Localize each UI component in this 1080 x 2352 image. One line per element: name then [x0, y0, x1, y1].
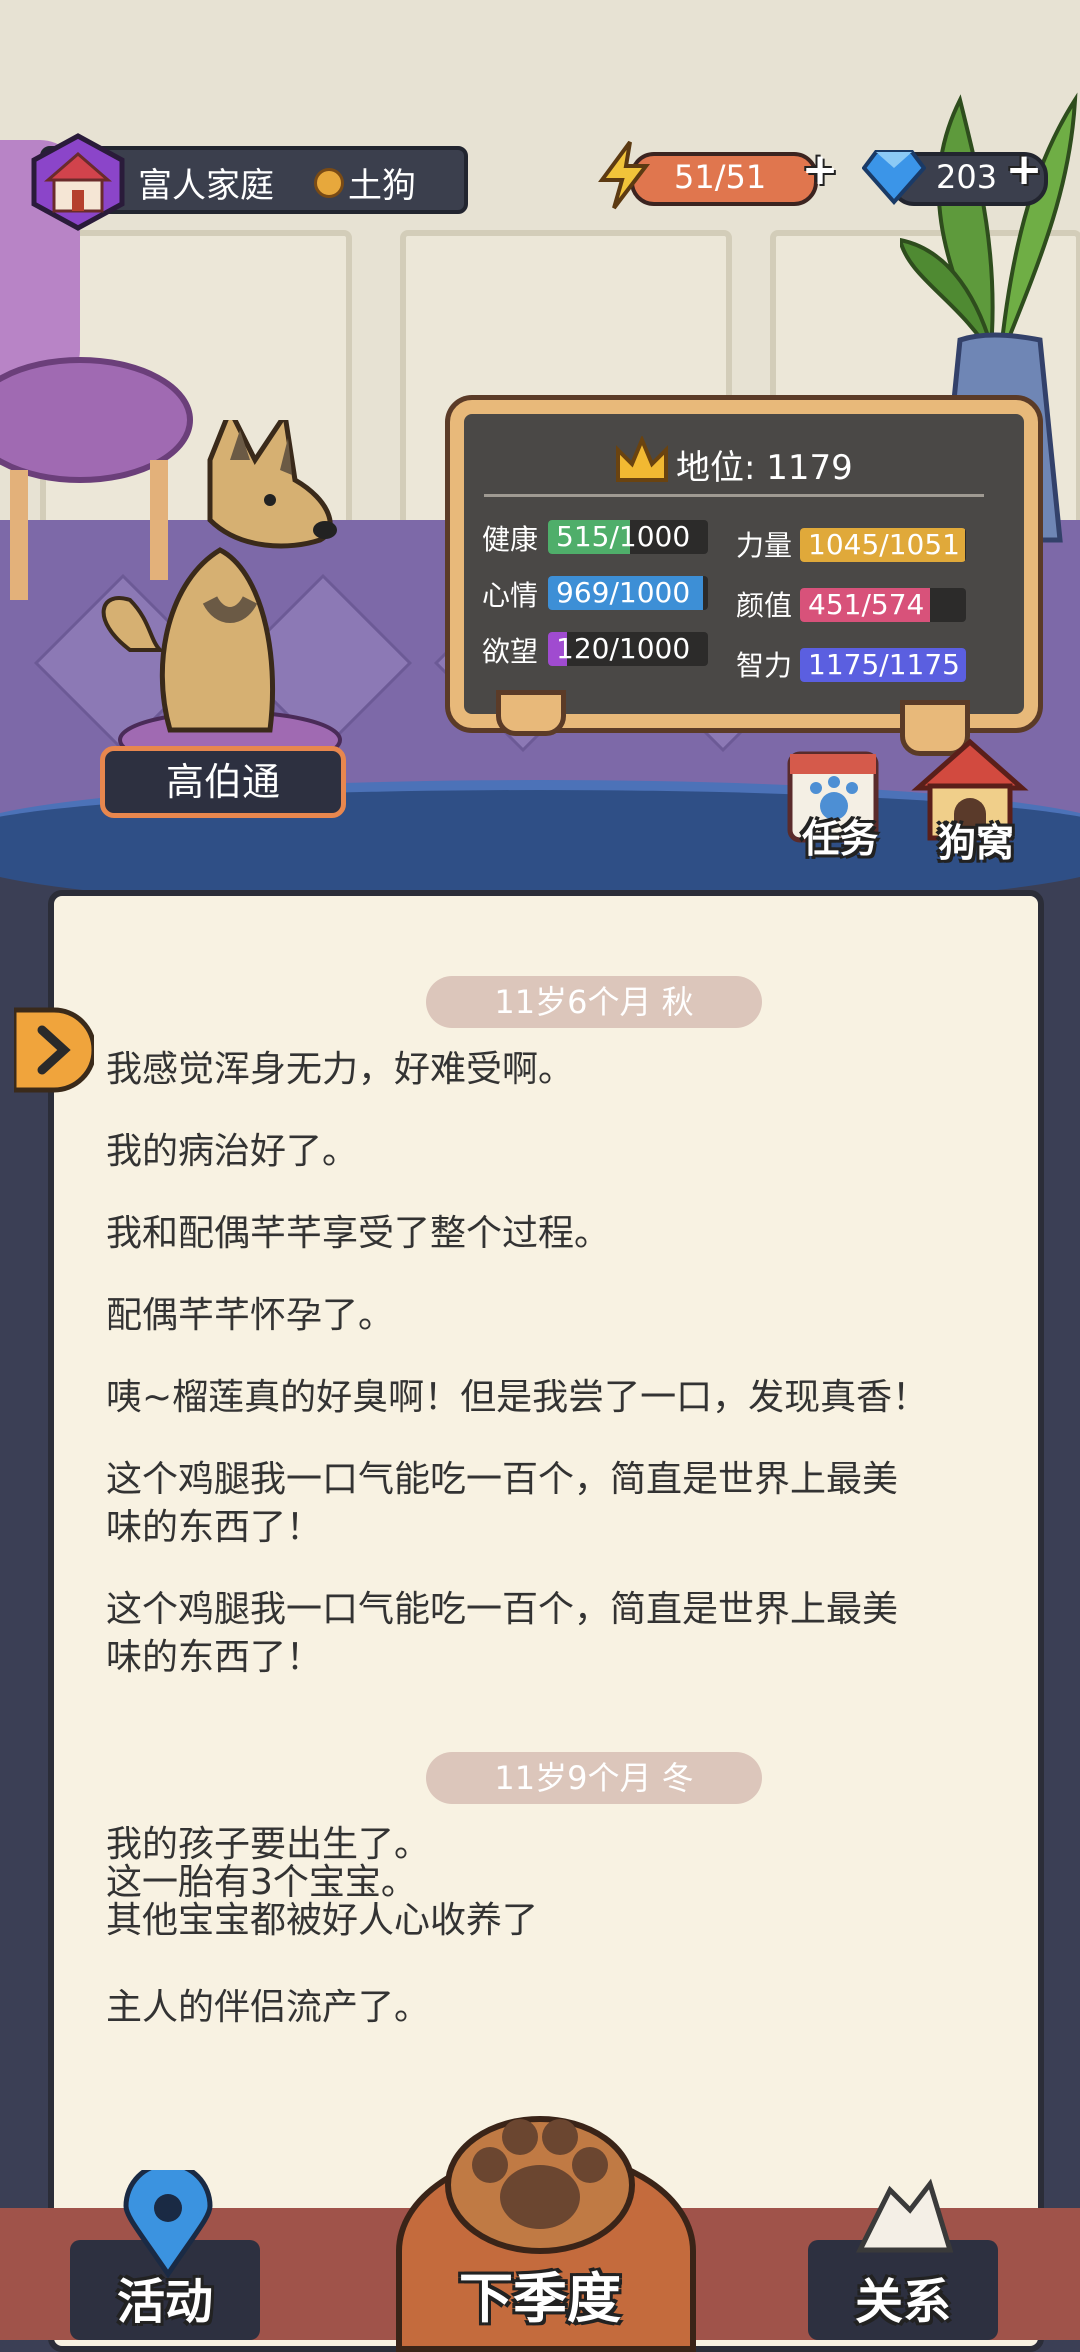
- journal-line: 我和配偶芊芊享受了整个过程。: [106, 1213, 611, 1254]
- expand-arrow-button[interactable]: [14, 1000, 94, 1100]
- journal-line: 味的东西了！: [106, 1507, 323, 1548]
- health-value: 515/1000: [556, 520, 691, 553]
- activity-button[interactable]: 活动: [70, 2262, 260, 2332]
- journal-line: 我的病治好了。: [106, 1131, 359, 1172]
- lightning-icon: [598, 140, 651, 210]
- add-gems-button[interactable]: +: [1004, 148, 1044, 192]
- desire-value: 120/1000: [556, 632, 691, 665]
- stats-board: 地位: 1179 健康 515/1000 力量 1045/1051 心情 969…: [450, 400, 1038, 728]
- journal-line: 味的东西了！: [106, 1637, 323, 1678]
- handshake-icon: [855, 2178, 954, 2253]
- health-bar: 515/1000: [548, 520, 708, 554]
- journal-line: 主人的伴侣流产了。: [106, 1987, 431, 2028]
- strength-value: 1045/1051: [808, 528, 960, 561]
- add-energy-button[interactable]: +: [800, 148, 840, 192]
- board-leg-left: [496, 690, 566, 736]
- paw-icon: [445, 2116, 635, 2254]
- gems-value: 203: [936, 158, 998, 196]
- journal-line: 我感觉浑身无力，好难受啊。: [106, 1049, 575, 1090]
- looks-value: 451/574: [808, 588, 925, 621]
- mood-bar: 969/1000: [548, 576, 708, 610]
- journal-line: 这个鸡腿我一口气能吃一百个，简直是世界上最美: [106, 1589, 899, 1630]
- looks-label: 颜值: [736, 589, 793, 622]
- crown-icon: [616, 436, 668, 482]
- intellect-value: 1175/1175: [808, 648, 960, 681]
- breed-label: 土狗: [348, 166, 416, 206]
- journal-line: 配偶芊芊怀孕了。: [106, 1295, 395, 1336]
- pet-dog-sprite[interactable]: [90, 420, 370, 750]
- intellect-label: 智力: [736, 649, 793, 682]
- mood-value: 969/1000: [556, 576, 691, 609]
- relations-button[interactable]: 关系: [808, 2262, 998, 2332]
- journal-line: 这一胎有3个宝宝。: [106, 1862, 417, 1903]
- intellect-bar: 1175/1175: [800, 648, 966, 682]
- strength-bar: 1045/1051: [800, 528, 966, 562]
- status-label: 地位: 1179: [676, 448, 853, 488]
- entry1-date-badge: 11岁6个月 秋: [426, 976, 762, 1028]
- desire-label: 欲望: [482, 635, 539, 668]
- kennel-button[interactable]: 狗窝: [916, 812, 1036, 867]
- board-divider: [484, 494, 984, 497]
- desire-bar: 120/1000: [548, 632, 708, 666]
- medal-icon: [314, 168, 344, 198]
- house-avatar-icon[interactable]: [28, 132, 128, 232]
- journal-line: 我的孩子要出生了。: [106, 1824, 431, 1865]
- looks-bar: 451/574: [800, 588, 966, 622]
- entry2-date-badge: 11岁9个月 冬: [426, 1752, 762, 1804]
- strength-label: 力量: [736, 529, 793, 562]
- journal-line: 其他宝宝都被好人心收养了: [106, 1900, 539, 1941]
- family-label: 富人家庭: [138, 166, 274, 206]
- mood-label: 心情: [482, 579, 539, 612]
- journal-line: 咦~榴莲真的好臭啊！但是我尝了一口，发现真香！: [106, 1377, 929, 1418]
- journal-line: 这个鸡腿我一口气能吃一百个，简直是世界上最美: [106, 1459, 899, 1500]
- diamond-icon: [862, 150, 926, 206]
- tasks-button[interactable]: 任务: [780, 808, 900, 863]
- energy-value: 51/51: [674, 158, 767, 196]
- energy-pill: 51/51: [630, 152, 818, 206]
- next-season-button[interactable]: 下季度: [420, 2254, 660, 2333]
- pet-name-plate: 高伯通: [100, 746, 346, 818]
- health-label: 健康: [482, 523, 539, 556]
